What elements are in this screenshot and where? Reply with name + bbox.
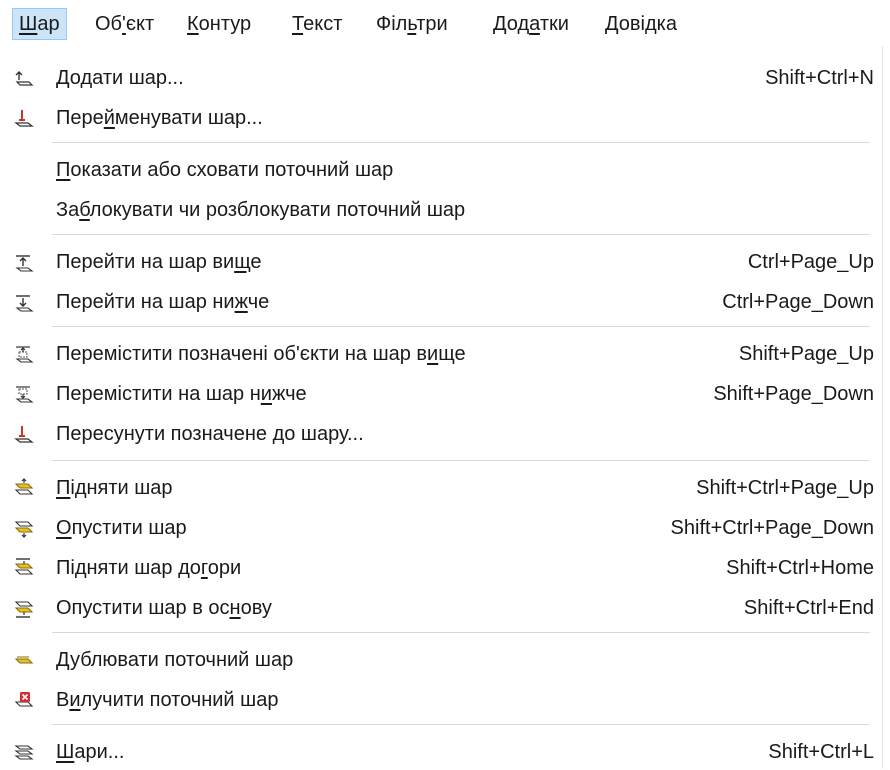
menu-text[interactable]: Текст <box>286 8 348 40</box>
menu-item-label: Перейти на шар вище <box>56 251 262 273</box>
separator <box>52 142 870 143</box>
menu-item-shortcut: Shift+Ctrl+Page_Up <box>696 477 874 499</box>
menu-item-label: Вилучити поточний шар <box>56 689 279 711</box>
menu-item-toggle-visibility[interactable]: Показати або сховати поточний шар <box>0 152 882 188</box>
menu-filters-label: Фільтри <box>376 13 448 35</box>
move-to-layer-icon <box>14 424 34 444</box>
menu-item-shortcut: Shift+Ctrl+End <box>743 597 874 619</box>
menu-item-toggle-lock[interactable]: Заблокувати чи розблокувати поточний шар <box>0 192 882 228</box>
menu-item-label: Перемістити на шар нижче <box>56 383 307 405</box>
raise-layer-icon <box>14 478 34 498</box>
menu-layer-label: Шар <box>19 13 60 35</box>
menu-item-shortcut: Shift+Ctrl+Home <box>726 557 874 579</box>
menu-item-shortcut: Shift+Page_Up <box>738 343 874 365</box>
separator <box>52 460 870 461</box>
raise-layer-top-icon <box>14 558 34 578</box>
menu-item-raise-layer[interactable]: Підняти шар Shift+Ctrl+Page_Up <box>0 470 882 506</box>
separator <box>52 326 870 327</box>
menu-filters[interactable]: Фільтри <box>370 8 454 40</box>
rename-layer-icon <box>14 108 34 128</box>
menubar: Шар Об'єкт Контур Текст Фільтри Додатки … <box>0 0 890 46</box>
layers-icon <box>14 742 34 762</box>
menu-item-label: Перейти на шар нижче <box>56 291 270 313</box>
menu-item-shortcut: Shift+Ctrl+L <box>768 741 874 763</box>
menu-item-shortcut: Ctrl+Page_Down <box>722 291 874 313</box>
duplicate-layer-icon <box>14 650 34 670</box>
menu-item-label: Дублювати поточний шар <box>56 649 294 671</box>
menu-item-move-selection-up[interactable]: Перемістити позначені об'єкти на шар вищ… <box>0 336 882 372</box>
menu-item-delete-layer[interactable]: Вилучити поточний шар <box>0 682 882 718</box>
menu-extensions[interactable]: Додатки <box>487 8 575 40</box>
delete-layer-icon <box>14 690 34 710</box>
move-selection-down-icon <box>14 384 34 404</box>
menu-item-label: Опустити шар в основу <box>56 597 272 619</box>
menu-item-rename-layer[interactable]: Перейменувати шар... <box>0 100 882 136</box>
menu-item-move-selection-down[interactable]: Перемістити на шар нижче Shift+Page_Down <box>0 376 882 412</box>
menu-item-label: Додати шар... <box>56 67 184 89</box>
menu-item-label: Показати або сховати поточний шар <box>56 159 394 181</box>
menu-item-raise-layer-to-top[interactable]: Підняти шар догори Shift+Ctrl+Home <box>0 550 882 586</box>
menu-item-label: Опустити шар <box>56 517 187 539</box>
menu-item-add-layer[interactable]: Додати шар... Shift+Ctrl+N <box>0 60 882 96</box>
menu-item-shortcut: Shift+Page_Down <box>713 383 874 405</box>
menu-item-label: Шари... <box>56 741 125 763</box>
menu-item-move-selection-to-layer[interactable]: Пересунути позначене до шару... <box>0 416 882 452</box>
separator <box>52 724 870 725</box>
menu-text-label: Текст <box>292 13 343 35</box>
layer-above-icon <box>14 252 34 272</box>
separator <box>52 234 870 235</box>
menu-object[interactable]: Об'єкт <box>89 8 160 40</box>
menu-item-label: Підняти шар догори <box>56 557 242 579</box>
menu-item-lower-layer[interactable]: Опустити шар Shift+Ctrl+Page_Down <box>0 510 882 546</box>
menu-path-label: Контур <box>187 13 252 35</box>
menu-item-switch-layer-below[interactable]: Перейти на шар нижче Ctrl+Page_Down <box>0 284 882 320</box>
layer-dropdown-menu: Додати шар... Shift+Ctrl+N Перейменувати… <box>0 46 883 769</box>
menu-item-shortcut: Shift+Ctrl+N <box>765 67 874 89</box>
menu-item-label: Перейменувати шар... <box>56 107 263 129</box>
menu-item-layers-panel[interactable]: Шари... Shift+Ctrl+L <box>0 734 882 770</box>
menu-help[interactable]: Довідка <box>599 8 683 40</box>
menu-item-label: Підняти шар <box>56 477 173 499</box>
menu-item-label: Перемістити позначені об'єкти на шар вищ… <box>56 343 466 365</box>
menu-item-shortcut: Shift+Ctrl+Page_Down <box>670 517 874 539</box>
menu-help-label: Довідка <box>605 13 677 35</box>
lower-layer-bottom-icon <box>14 598 34 618</box>
menu-path[interactable]: Контур <box>181 8 257 40</box>
menu-item-label: Пересунути позначене до шару... <box>56 423 364 445</box>
menu-item-lower-layer-to-bottom[interactable]: Опустити шар в основу Shift+Ctrl+End <box>0 590 882 626</box>
menu-layer[interactable]: Шар <box>12 8 67 40</box>
menu-item-switch-layer-above[interactable]: Перейти на шар вище Ctrl+Page_Up <box>0 244 882 280</box>
menu-item-duplicate-layer[interactable]: Дублювати поточний шар <box>0 642 882 678</box>
layer-below-icon <box>14 292 34 312</box>
separator <box>52 632 870 633</box>
menu-item-shortcut: Ctrl+Page_Up <box>747 251 874 273</box>
lower-layer-icon <box>14 518 34 538</box>
menu-object-label: Об'єкт <box>95 13 155 35</box>
menu-item-label: Заблокувати чи розблокувати поточний шар <box>56 199 466 221</box>
move-selection-up-icon <box>14 344 34 364</box>
add-layer-icon <box>14 68 34 88</box>
menu-extensions-label: Додатки <box>493 13 569 35</box>
